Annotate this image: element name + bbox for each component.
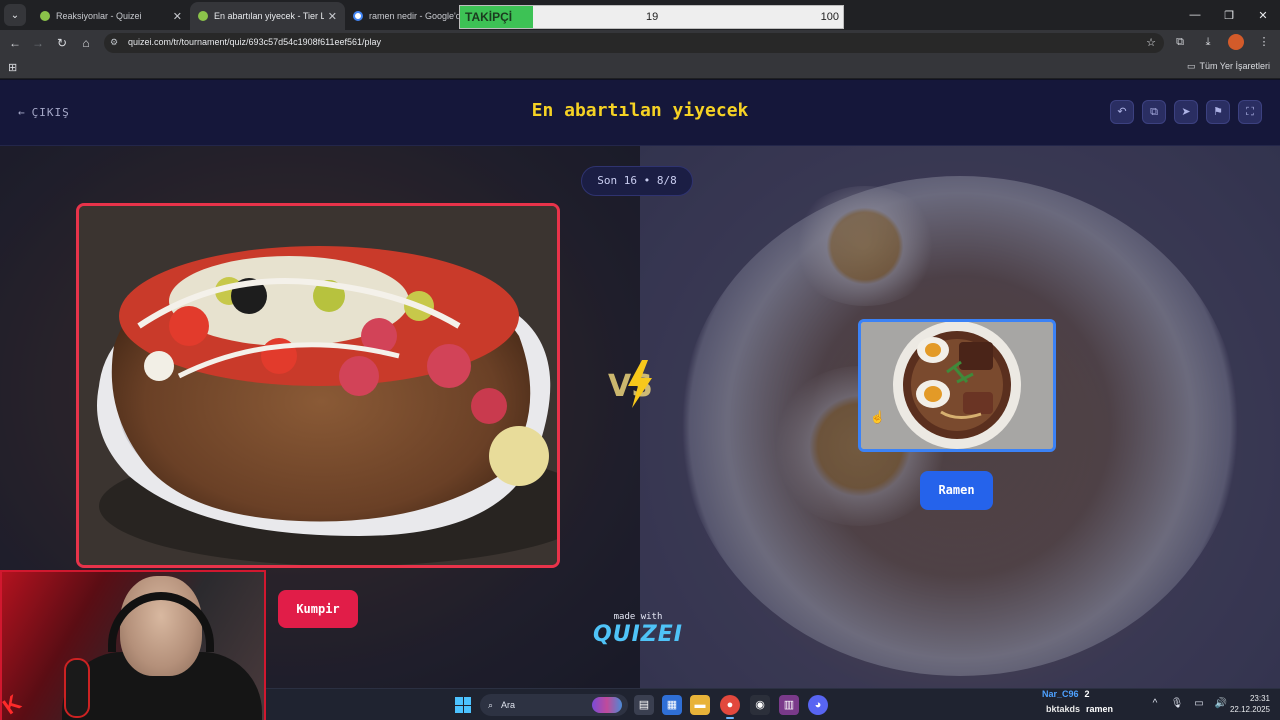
browser-tab-reaksiyonlar[interactable]: Reaksiyonlar - Quizei ✕ bbox=[32, 2, 190, 30]
system-clock[interactable]: 23:31 22.12.2025 bbox=[1230, 693, 1270, 715]
home-icon[interactable]: ⌂ bbox=[77, 34, 95, 52]
chrome-icon[interactable]: ● bbox=[720, 695, 740, 719]
search-icon: ⌕ bbox=[488, 700, 494, 710]
system-tray: ^ 🎙 ▭ 🔊 bbox=[1148, 697, 1228, 711]
follower-current: 19 bbox=[646, 11, 659, 23]
made-with-label: made with bbox=[613, 612, 663, 622]
quizei-favicon-icon bbox=[198, 11, 208, 21]
url-bar[interactable]: ⚙ quizei.com/tr/tournament/quiz/693c57d5… bbox=[104, 33, 1164, 53]
google-favicon-icon bbox=[353, 11, 363, 21]
microphone bbox=[64, 658, 90, 718]
kumpir-button[interactable]: Kumpir bbox=[278, 590, 358, 628]
chat-text: ramen bbox=[1086, 704, 1114, 714]
tab-close-icon[interactable]: ✕ bbox=[328, 10, 337, 23]
clock-time: 23:31 bbox=[1249, 694, 1270, 703]
chat-message: Nar_C96 2 bbox=[1042, 689, 1090, 699]
tab-title: En abartılan yiyecek - Tier List, ... bbox=[214, 11, 324, 21]
follower-label: TAKİPÇİ bbox=[465, 10, 513, 24]
left-option-card[interactable] bbox=[76, 203, 560, 568]
all-bookmarks-label: Tüm Yer İşaretleri bbox=[1199, 61, 1270, 71]
screen: ⌄ Reaksiyonlar - Quizei ✕ En abartılan y… bbox=[0, 0, 1280, 720]
ramen-image bbox=[861, 322, 1053, 449]
tray-chevron-icon[interactable]: ^ bbox=[1148, 697, 1162, 711]
tab-title: ramen nedir - Google'da A bbox=[369, 11, 467, 21]
download-icon[interactable]: ⤓ bbox=[1200, 34, 1216, 50]
quizei-favicon-icon bbox=[40, 11, 50, 21]
tab-search-icon[interactable]: ⌄ bbox=[4, 4, 26, 26]
ramen-button[interactable]: Ramen bbox=[920, 471, 993, 510]
browser-tab-active[interactable]: En abartılan yiyecek - Tier List, ... ✕ bbox=[190, 2, 345, 30]
follower-goal-bar: TAKİPÇİ 19 100 bbox=[459, 5, 844, 29]
profile-avatar-icon[interactable] bbox=[1228, 34, 1244, 50]
toolbar-right: ⧉ ⤓ ⋮ bbox=[1172, 34, 1272, 50]
back-icon[interactable]: ← bbox=[6, 34, 24, 52]
clock-date: 22.12.2025 bbox=[1229, 705, 1270, 714]
url-text: quizei.com/tr/tournament/quiz/693c57d54c… bbox=[128, 37, 382, 47]
follower-goal: 100 bbox=[820, 11, 839, 23]
quiz-header: ← ÇIKIŞ En abartılan yiyecek ↶ ⧉ ➤ ⚑ ⛶ bbox=[0, 80, 1280, 146]
discord-icon[interactable]: ◕ bbox=[808, 695, 828, 715]
windows-start-icon[interactable] bbox=[455, 697, 471, 713]
tab-close-icon[interactable]: ✕ bbox=[173, 10, 182, 23]
chat-message: bktakds ramen bbox=[1046, 704, 1113, 714]
task-view-icon[interactable]: ▤ bbox=[634, 695, 654, 715]
address-toolbar: ← → ↻ ⌂ ⚙ quizei.com/tr/tournament/quiz/… bbox=[0, 30, 1280, 55]
browser-tab-google[interactable]: ramen nedir - Google'da A bbox=[345, 2, 475, 30]
microphone-icon[interactable]: 🎙 bbox=[1170, 697, 1184, 711]
vs-bolt-icon: VS bbox=[608, 360, 653, 408]
chat-user: bktakds bbox=[1046, 704, 1081, 714]
round-indicator: Son 16 • 8/8 bbox=[581, 166, 693, 196]
chat-user: Nar_C96 bbox=[1042, 689, 1079, 699]
apps-grid-icon[interactable]: ⊞ bbox=[8, 61, 17, 74]
bookmark-star-icon[interactable]: ☆ bbox=[1146, 36, 1156, 49]
close-window-icon[interactable]: ✕ bbox=[1246, 0, 1280, 30]
quiz-title: En abartılan yiyecek bbox=[531, 100, 749, 121]
obs-icon[interactable]: ◉ bbox=[750, 695, 770, 715]
taskbar-search[interactable]: ⌕ Ara bbox=[480, 694, 628, 716]
network-icon[interactable]: ▭ bbox=[1192, 697, 1206, 711]
chat-text: 2 bbox=[1084, 689, 1090, 699]
kumpir-image bbox=[79, 206, 557, 565]
reload-icon[interactable]: ↻ bbox=[53, 34, 71, 52]
fullscreen-icon[interactable]: ⛶ bbox=[1238, 100, 1262, 124]
volume-icon[interactable]: 🔊 bbox=[1214, 697, 1228, 711]
made-with-badge[interactable]: made with QUIZEI bbox=[590, 612, 686, 647]
extensions-icon[interactable]: ⧉ bbox=[1172, 34, 1188, 50]
search-label: Ara bbox=[501, 700, 516, 710]
share-icon[interactable]: ⧉ bbox=[1142, 100, 1166, 124]
window-controls: — ❐ ✕ bbox=[1178, 0, 1280, 30]
undo-icon[interactable]: ↶ bbox=[1110, 100, 1134, 124]
file-explorer-icon[interactable]: ▬ bbox=[690, 695, 710, 715]
hand-pointer-icon: ☝ bbox=[870, 410, 885, 424]
bookmarks-bar: ⊞ ▭ Tüm Yer İşaretleri bbox=[0, 55, 1280, 79]
right-option-card[interactable] bbox=[858, 319, 1056, 452]
header-actions: ↶ ⧉ ➤ ⚑ ⛶ bbox=[1110, 100, 1262, 124]
send-icon[interactable]: ➤ bbox=[1174, 100, 1198, 124]
chat-overlay: Nar_C96 2 bktakds ramen bbox=[1040, 689, 1140, 720]
all-bookmarks[interactable]: ▭ Tüm Yer İşaretleri bbox=[1187, 61, 1270, 72]
flag-icon[interactable]: ⚑ bbox=[1206, 100, 1230, 124]
site-info-icon[interactable]: ⚙ bbox=[110, 37, 118, 48]
winrar-icon[interactable]: ▥ bbox=[779, 695, 799, 715]
menu-kebab-icon[interactable]: ⋮ bbox=[1256, 34, 1272, 50]
blurred-egg bbox=[790, 186, 940, 306]
streamer-webcam: K bbox=[0, 570, 266, 720]
minimize-icon[interactable]: — bbox=[1178, 0, 1212, 30]
search-highlight-icon bbox=[592, 697, 622, 713]
tab-title: Reaksiyonlar - Quizei bbox=[56, 11, 142, 21]
quizei-logo: QUIZEI bbox=[593, 622, 683, 647]
forward-icon[interactable]: → bbox=[29, 34, 47, 52]
restore-icon[interactable]: ❐ bbox=[1212, 0, 1246, 30]
folder-icon: ▭ bbox=[1186, 61, 1196, 71]
store-icon[interactable]: ▦ bbox=[662, 695, 682, 715]
